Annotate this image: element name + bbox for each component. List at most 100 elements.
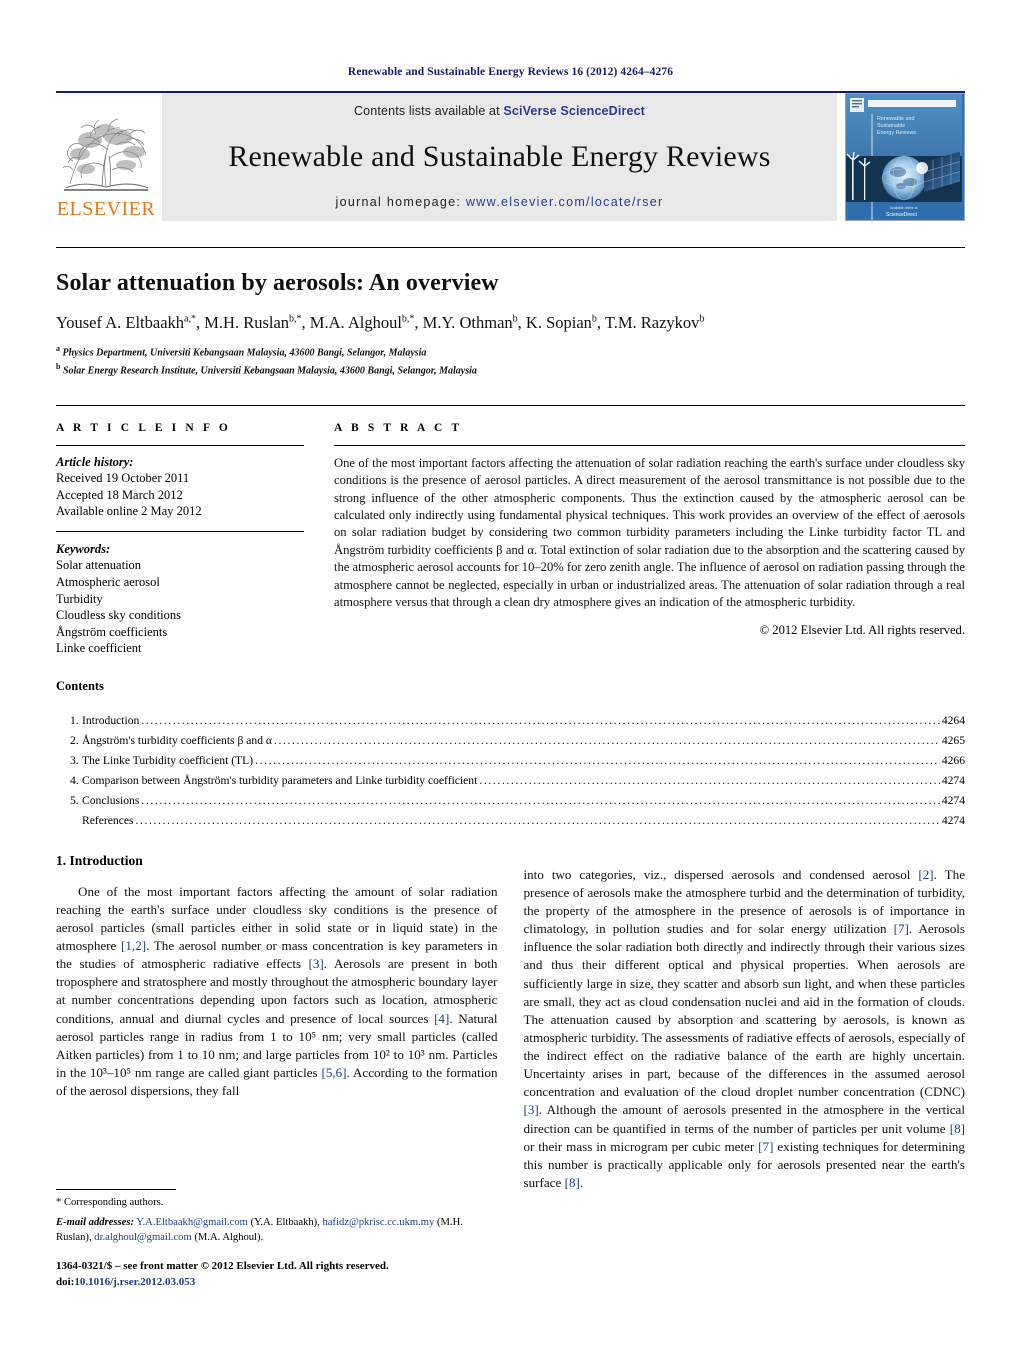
toc-leader-dots: ........................................… — [135, 813, 940, 827]
doi-link[interactable]: 10.1016/j.rser.2012.03.053 — [74, 1276, 195, 1288]
elsevier-logo: ELSEVIER — [56, 93, 156, 221]
contents-section: Contents 1. Introduction ...............… — [56, 679, 965, 831]
toc-row[interactable]: 3. The Linke Turbidity coefficient (TL) … — [56, 751, 965, 771]
toc-leader-dots: ........................................… — [273, 734, 940, 748]
abstract-text: One of the most important factors affect… — [334, 455, 965, 610]
toc-row[interactable]: 1. Introduction ........................… — [56, 711, 965, 731]
toc-page-number: 4274 — [941, 773, 965, 787]
journal-title: Renewable and Sustainable Energy Reviews — [228, 139, 771, 173]
toc-number: 4. — [70, 773, 79, 787]
abstract-heading: A B S T R A C T — [334, 421, 463, 434]
journal-band: Contents lists available at SciVerse Sci… — [162, 93, 837, 221]
svg-text:ScienceDirect: ScienceDirect — [886, 212, 917, 218]
body-column-right: into two categories, viz., dispersed aer… — [524, 853, 966, 1205]
email-link-3[interactable]: dr.alghoul@gmail.com — [94, 1232, 191, 1243]
homepage-url-link[interactable]: www.elsevier.com/locate/rser — [466, 195, 664, 209]
svg-text:Renewable and: Renewable and — [877, 116, 914, 122]
email-link-1[interactable]: Y.A.Eltbaakh@gmail.com — [136, 1217, 248, 1228]
citation-link[interactable]: [8] — [565, 1175, 580, 1190]
email-owner-1: (Y.A. Eltbaakh), — [250, 1217, 320, 1229]
citation-link[interactable]: [3] — [524, 1102, 539, 1117]
toc-page-number: 4266 — [941, 753, 965, 767]
toc-label[interactable]: Conclusions — [82, 791, 139, 811]
masthead-bottom-rule — [56, 247, 965, 248]
keyword-item: Atmospheric aerosol — [56, 574, 160, 589]
email-owner-3: (M.A. Alghoul). — [194, 1232, 264, 1244]
citation-link[interactable]: [8] — [950, 1121, 965, 1136]
article-info-column: A R T I C L E I N F O Article history: R… — [56, 422, 304, 657]
intro-paragraph-left: One of the most important factors affect… — [56, 883, 498, 1099]
citation-link[interactable]: [4] — [434, 1011, 449, 1026]
toc-label[interactable]: Introduction — [82, 711, 139, 731]
toc-row[interactable]: References .............................… — [56, 811, 965, 831]
journal-article-page: Renewable and Sustainable Energy Reviews… — [0, 0, 1021, 1351]
article-info-heading: A R T I C L E I N F O — [56, 421, 231, 434]
journal-homepage-line: journal homepage: www.elsevier.com/locat… — [336, 195, 664, 209]
toc-page-number: 4264 — [941, 714, 965, 728]
history-item: Received 19 October 2011 — [56, 471, 190, 486]
article-history-block: Article history: Received 19 October 201… — [56, 454, 304, 520]
toc-page-number: 4274 — [941, 813, 965, 827]
doi-prefix: doi: — [56, 1276, 75, 1289]
keyword-item: Ångström coefficients — [56, 624, 168, 639]
toc-leader-dots: ........................................… — [255, 753, 940, 767]
toc-label[interactable]: Comparison between Ångström's turbidity … — [82, 771, 477, 791]
intro-paragraph-right: into two categories, viz., dispersed aer… — [523, 866, 966, 1190]
body-column-left: 1. Introduction One of the most importan… — [56, 853, 498, 1205]
section-heading-introduction: 1. Introduction — [56, 852, 143, 868]
contents-available-prefix: Contents lists available at — [353, 104, 504, 118]
keyword-item: Solar attenuation — [56, 558, 142, 573]
running-head: Renewable and Sustainable Energy Reviews… — [347, 66, 674, 78]
toc-leader-dots: ........................................… — [141, 714, 940, 728]
toc-number: 5. — [70, 793, 79, 807]
toc-number: 3. — [70, 753, 79, 767]
corresponding-author-note: * Corresponding authors. — [56, 1197, 164, 1209]
email-label: E-mail addresses: — [56, 1217, 134, 1229]
email-link-2[interactable]: hafidz@pkrisc.cc.ukm.my — [322, 1217, 434, 1228]
keyword-item: Cloudless sky conditions — [56, 608, 182, 623]
elsevier-tree-icon — [60, 110, 152, 198]
article-info-rule — [56, 444, 304, 446]
elsevier-wordmark: ELSEVIER — [56, 198, 156, 220]
abstract-column: A B S T R A C T One of the most importan… — [334, 422, 965, 657]
toc-leader-dots: ........................................… — [479, 773, 939, 787]
keywords-block: Keywords: Solar attenuation Atmospheric … — [56, 541, 304, 657]
citation-link[interactable]: [2] — [918, 867, 933, 882]
svg-text:Energy Reviews: Energy Reviews — [877, 130, 916, 136]
info-abstract-row: A R T I C L E I N F O Article history: R… — [56, 404, 965, 657]
affiliation-a-text: Physics Department, Universiti Kebangsaa… — [62, 347, 427, 359]
toc-label[interactable]: References — [82, 811, 134, 831]
footnote-rule — [56, 1189, 176, 1191]
toc-row[interactable]: 5. Conclusions .........................… — [56, 791, 965, 811]
journal-masthead: ELSEVIER Contents lists available at Sci… — [56, 91, 965, 221]
keyword-item: Linke coefficient — [56, 641, 142, 656]
history-item: Available online 2 May 2012 — [56, 504, 202, 519]
issn-copyright-block: 1364-0321/$ – see front matter © 2012 El… — [56, 1259, 496, 1291]
journal-cover-thumbnail: Renewable and Sustainable Energy Reviews — [845, 93, 965, 221]
article-history-label: Article history: — [56, 454, 134, 469]
toc-page-number: 4274 — [941, 793, 965, 807]
citation-link[interactable]: [5,6] — [321, 1065, 346, 1080]
page-title: Solar attenuation by aerosols: An overvi… — [56, 270, 499, 296]
citation-link[interactable]: [7] — [758, 1139, 773, 1154]
toc-number: 1. — [70, 714, 79, 728]
footnote-area: * Corresponding authors. E-mail addresse… — [56, 1189, 496, 1291]
email-addresses-note: E-mail addresses: Y.A.Eltbaakh@gmail.com… — [56, 1215, 496, 1245]
copyright-line: © 2012 Elsevier Ltd. All rights reserved… — [759, 622, 965, 637]
citation-link[interactable]: [1,2] — [121, 938, 146, 953]
affiliation-b-text: Solar Energy Research Institute, Univers… — [62, 365, 477, 377]
svg-text:Sustainable: Sustainable — [877, 123, 905, 129]
sciencedirect-link[interactable]: SciVerse ScienceDirect — [503, 104, 645, 118]
table-of-contents: 1. Introduction ........................… — [56, 711, 965, 831]
abstract-rule — [334, 444, 965, 446]
toc-label[interactable]: The Linke Turbidity coefficient (TL) — [82, 751, 253, 771]
toc-row[interactable]: 2. Ångström's turbidity coefficients β a… — [56, 731, 965, 751]
issn-line: 1364-0321/$ – see front matter © 2012 El… — [56, 1260, 389, 1273]
affiliation-a: a Physics Department, Universiti Kebangs… — [56, 344, 427, 359]
citation-link[interactable]: [3] — [309, 956, 324, 971]
affiliation-list: a Physics Department, Universiti Kebangs… — [56, 343, 965, 379]
contents-available-line: Contents lists available at SciVerse Sci… — [354, 104, 645, 118]
toc-row[interactable]: 4. Comparison between Ångström's turbidi… — [56, 771, 965, 791]
toc-label[interactable]: Ångström's turbidity coefficients β and … — [82, 731, 272, 751]
citation-link[interactable]: [7] — [894, 921, 909, 936]
